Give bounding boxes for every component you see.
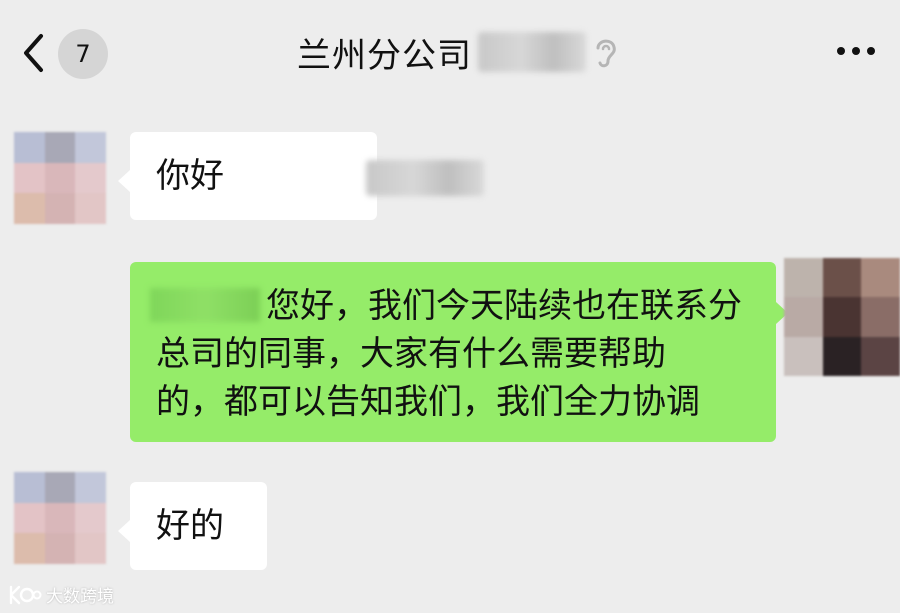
message-text: 你好 (156, 156, 224, 196)
unread-count-badge[interactable]: 7 (58, 29, 108, 79)
more-options-button[interactable] (834, 36, 878, 66)
chat-title: 兰州分公司 (297, 35, 472, 76)
contact-avatar[interactable] (14, 472, 106, 564)
back-button[interactable] (14, 28, 54, 78)
more-dots-icon (837, 47, 875, 55)
message-bubble-incoming[interactable]: 你好 (118, 132, 484, 220)
self-avatar[interactable] (784, 258, 900, 376)
chevron-left-icon (24, 34, 43, 72)
redacted-name (366, 160, 484, 196)
chat-title-area: 兰州分公司 (297, 22, 620, 82)
redacted-title-part (478, 32, 586, 72)
message-bubble-incoming[interactable]: 好的 (118, 482, 267, 570)
watermark-logo-icon (9, 585, 42, 604)
message-text: 好的 (156, 506, 224, 546)
message-bubble-outgoing[interactable]: 您好，我们今天陆续也在联系分 总司的同事，大家有什么需要帮助 的，都可以告知我们… (130, 262, 788, 442)
ear-icon (596, 39, 616, 68)
contact-avatar[interactable] (14, 132, 106, 224)
watermark: 大数跨境 (8, 582, 114, 607)
watermark-text: 大数跨境 (46, 587, 114, 607)
chat-header: 7 兰州分公司 (0, 0, 900, 106)
message-text: 您好，我们今天陆续也在联系分 总司的同事，大家有什么需要帮助 的，都可以告知我们… (156, 286, 742, 422)
